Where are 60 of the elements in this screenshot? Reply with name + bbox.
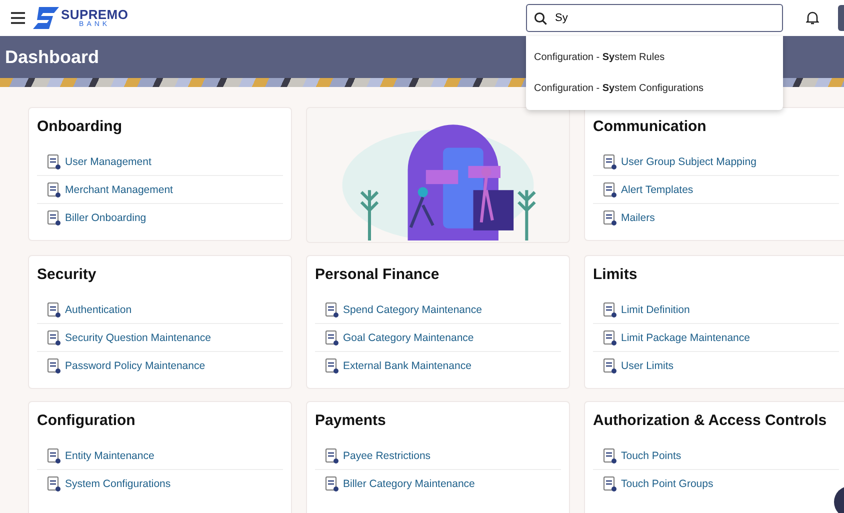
search-field[interactable]: Sy (526, 4, 783, 32)
menu-link[interactable]: Security Question Maintenance (65, 332, 211, 344)
brand-name: SUPREMO (61, 8, 128, 21)
menu-link[interactable]: Limit Package Maintenance (621, 332, 750, 344)
card-title: Personal Finance (315, 265, 440, 285)
document-icon (603, 358, 617, 374)
menu-link[interactable]: Goal Category Maintenance (343, 332, 474, 344)
document-icon (47, 358, 61, 374)
menu-link[interactable]: Biller Category Maintenance (343, 478, 475, 490)
document-icon (47, 448, 61, 464)
card-title: Communication (593, 117, 708, 137)
menu-link[interactable]: User Group Subject Mapping (621, 156, 756, 168)
bell-icon[interactable] (806, 11, 819, 25)
menu-link[interactable]: Authentication (65, 304, 132, 316)
document-icon (603, 476, 617, 492)
document-icon (325, 302, 339, 318)
card-title: Configuration (37, 411, 136, 431)
menu-link[interactable]: Alert Templates (621, 184, 694, 196)
document-icon (47, 330, 61, 346)
search-icon (534, 12, 547, 25)
menu-link[interactable]: External Bank Maintenance (343, 360, 472, 372)
menu-icon[interactable] (11, 12, 25, 24)
page-title: Dashboard (5, 46, 100, 68)
document-icon (603, 448, 617, 464)
card-title: Onboarding (37, 117, 123, 137)
card-title: Limits (593, 265, 638, 285)
menu-link[interactable]: Entity Maintenance (65, 450, 154, 462)
document-icon (47, 182, 61, 198)
profile-tab[interactable] (838, 5, 844, 31)
suggestion-item[interactable]: Configuration - System Rules (526, 42, 783, 73)
menu-link[interactable]: Limit Definition (621, 304, 690, 316)
suggestion-item[interactable]: Configuration - System Configurations (526, 73, 783, 104)
document-icon (603, 210, 617, 226)
document-icon (603, 330, 617, 346)
menu-link[interactable]: User Management (65, 156, 152, 168)
document-icon (325, 476, 339, 492)
menu-link[interactable]: Password Policy Maintenance (65, 360, 206, 372)
document-icon (603, 182, 617, 198)
document-icon (325, 330, 339, 346)
card-title: Security (37, 265, 98, 285)
menu-link[interactable]: User Limits (621, 360, 674, 372)
menu-link[interactable]: System Configurations (65, 478, 171, 490)
menu-link[interactable]: Touch Points (621, 450, 682, 462)
menu-link[interactable]: Biller Onboarding (65, 212, 146, 224)
bank-logo-icon (33, 7, 59, 29)
document-icon (603, 302, 617, 318)
card-title: Authorization & Access Controls (593, 411, 828, 431)
document-icon (47, 302, 61, 318)
document-icon (47, 210, 61, 226)
document-icon (325, 358, 339, 374)
document-icon (325, 448, 339, 464)
menu-link[interactable]: Mailers (621, 212, 655, 224)
document-icon (47, 476, 61, 492)
card-title: Payments (315, 411, 387, 431)
document-icon (47, 154, 61, 170)
document-icon (603, 154, 617, 170)
menu-link[interactable]: Payee Restrictions (343, 450, 431, 462)
menu-link[interactable]: Touch Point Groups (621, 478, 714, 490)
menu-link[interactable]: Spend Category Maintenance (343, 304, 482, 316)
menu-link[interactable]: Merchant Management (65, 184, 173, 196)
